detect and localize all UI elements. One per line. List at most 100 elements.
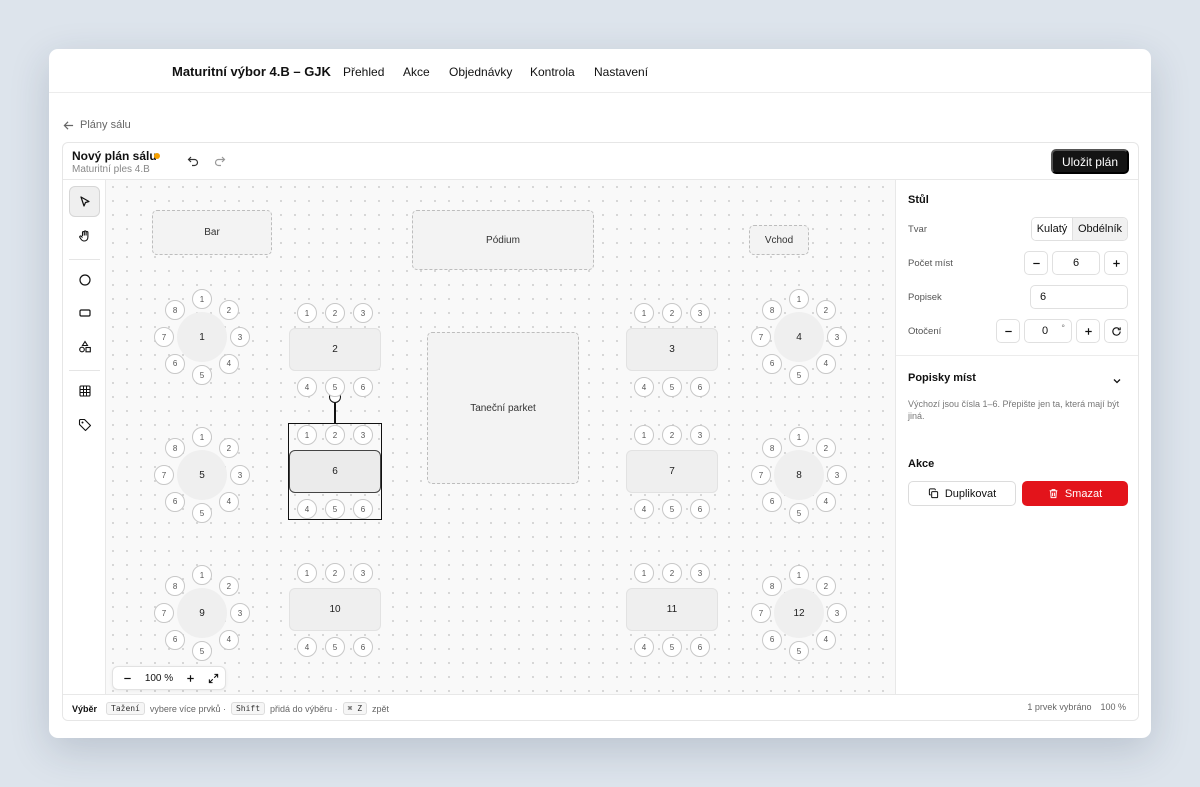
nav-link-kontrola[interactable]: Kontrola — [530, 65, 575, 79]
seat[interactable]: 4 — [815, 491, 836, 512]
zone-podium[interactable]: Pódium — [412, 210, 594, 270]
zone-vchod[interactable]: Vchod — [749, 225, 809, 255]
seat[interactable]: 8 — [165, 576, 186, 597]
seat[interactable]: 4 — [218, 629, 239, 650]
delete-button[interactable]: Smazat — [1022, 481, 1128, 506]
seat[interactable]: 6 — [690, 637, 710, 657]
seat[interactable]: 5 — [325, 499, 345, 519]
seat[interactable]: 4 — [297, 377, 317, 397]
seat[interactable]: 5 — [789, 365, 809, 385]
seat[interactable]: 1 — [297, 563, 317, 583]
seat[interactable]: 5 — [662, 637, 682, 657]
shape-option-round[interactable]: Kulatý — [1032, 218, 1073, 240]
seat[interactable]: 3 — [827, 603, 847, 623]
table-8[interactable]: 8 — [774, 450, 824, 500]
seat[interactable]: 6 — [353, 637, 373, 657]
table-3[interactable]: 3 — [626, 328, 718, 371]
seat[interactable]: 1 — [192, 427, 212, 447]
seat[interactable]: 6 — [165, 491, 186, 512]
hand-tool[interactable] — [69, 220, 100, 251]
seat[interactable]: 3 — [230, 327, 250, 347]
back-link[interactable]: Plány sálu — [63, 119, 131, 131]
seat[interactable]: 1 — [789, 427, 809, 447]
seat[interactable]: 4 — [815, 629, 836, 650]
seat[interactable]: 1 — [297, 303, 317, 323]
seat[interactable]: 2 — [662, 303, 682, 323]
seat[interactable]: 7 — [751, 603, 771, 623]
table-12[interactable]: 12 — [774, 588, 824, 638]
seat[interactable]: 7 — [751, 465, 771, 485]
table-10[interactable]: 10 — [289, 588, 381, 631]
zoom-out-button[interactable] — [118, 667, 136, 689]
rotation-reset-button[interactable] — [1104, 319, 1128, 343]
seat[interactable]: 3 — [230, 603, 250, 623]
rectangle-tool[interactable] — [69, 297, 100, 328]
seat[interactable]: 4 — [634, 377, 654, 397]
seat[interactable]: 5 — [192, 503, 212, 523]
caption-input[interactable]: 6 — [1030, 285, 1128, 309]
seat[interactable]: 6 — [353, 377, 373, 397]
seat[interactable]: 6 — [690, 499, 710, 519]
seat[interactable]: 8 — [762, 576, 783, 597]
seat[interactable]: 7 — [751, 327, 771, 347]
seat[interactable]: 6 — [762, 629, 783, 650]
seat[interactable]: 2 — [218, 576, 239, 597]
tag-tool[interactable] — [69, 409, 100, 440]
select-tool[interactable] — [69, 186, 100, 217]
seats-increment-button[interactable] — [1104, 251, 1128, 275]
seat[interactable]: 8 — [165, 438, 186, 459]
grid-tool[interactable] — [69, 375, 100, 406]
seat[interactable]: 3 — [827, 465, 847, 485]
seat[interactable]: 5 — [789, 503, 809, 523]
seat[interactable]: 6 — [353, 499, 373, 519]
rotation-decrement-button[interactable] — [996, 319, 1020, 343]
seat[interactable]: 8 — [762, 438, 783, 459]
nav-link-objednavky[interactable]: Objednávky — [449, 65, 512, 79]
seat[interactable]: 4 — [634, 637, 654, 657]
seat[interactable]: 2 — [218, 438, 239, 459]
seat[interactable]: 1 — [192, 565, 212, 585]
seat[interactable]: 2 — [325, 425, 345, 445]
seat[interactable]: 4 — [218, 491, 239, 512]
seat[interactable]: 1 — [789, 289, 809, 309]
seat[interactable]: 8 — [762, 300, 783, 321]
seat[interactable]: 2 — [815, 438, 836, 459]
nav-link-nastaveni[interactable]: Nastavení — [594, 65, 648, 79]
seat[interactable]: 1 — [192, 289, 212, 309]
seat[interactable]: 4 — [634, 499, 654, 519]
seat[interactable]: 2 — [815, 300, 836, 321]
nav-link-akce[interactable]: Akce — [403, 65, 430, 79]
seat[interactable]: 1 — [297, 425, 317, 445]
seat[interactable]: 3 — [353, 425, 373, 445]
seat[interactable]: 4 — [815, 353, 836, 374]
seat[interactable]: 1 — [634, 425, 654, 445]
seat[interactable]: 7 — [154, 603, 174, 623]
table-9[interactable]: 9 — [177, 588, 227, 638]
fit-to-screen-button[interactable] — [204, 667, 222, 689]
seat[interactable]: 1 — [634, 563, 654, 583]
table-1[interactable]: 1 — [177, 312, 227, 362]
circle-tool[interactable] — [69, 264, 100, 295]
seat[interactable]: 3 — [353, 303, 373, 323]
table-5[interactable]: 5 — [177, 450, 227, 500]
table-6[interactable]: 6 — [289, 450, 381, 493]
seat[interactable]: 7 — [154, 465, 174, 485]
seat[interactable]: 4 — [297, 499, 317, 519]
shape-option-rect[interactable]: Obdélník — [1073, 218, 1127, 240]
rotation-input[interactable]: 0 ° — [1024, 319, 1072, 343]
table-4[interactable]: 4 — [774, 312, 824, 362]
seat[interactable]: 5 — [789, 641, 809, 661]
table-2[interactable]: 2 — [289, 328, 381, 371]
undo-button[interactable] — [185, 153, 201, 169]
seats-input[interactable]: 6 — [1052, 251, 1100, 275]
seat[interactable]: 8 — [165, 300, 186, 321]
zoom-in-button[interactable] — [181, 667, 199, 689]
seat[interactable]: 4 — [218, 353, 239, 374]
zone-bar[interactable]: Bar — [152, 210, 272, 255]
seat[interactable]: 5 — [192, 641, 212, 661]
seat[interactable]: 6 — [690, 377, 710, 397]
seat[interactable]: 2 — [325, 563, 345, 583]
seat-labels-toggle[interactable] — [1111, 374, 1123, 386]
zone-dance-floor[interactable]: Taneční parket — [427, 332, 579, 484]
seat[interactable]: 7 — [154, 327, 174, 347]
